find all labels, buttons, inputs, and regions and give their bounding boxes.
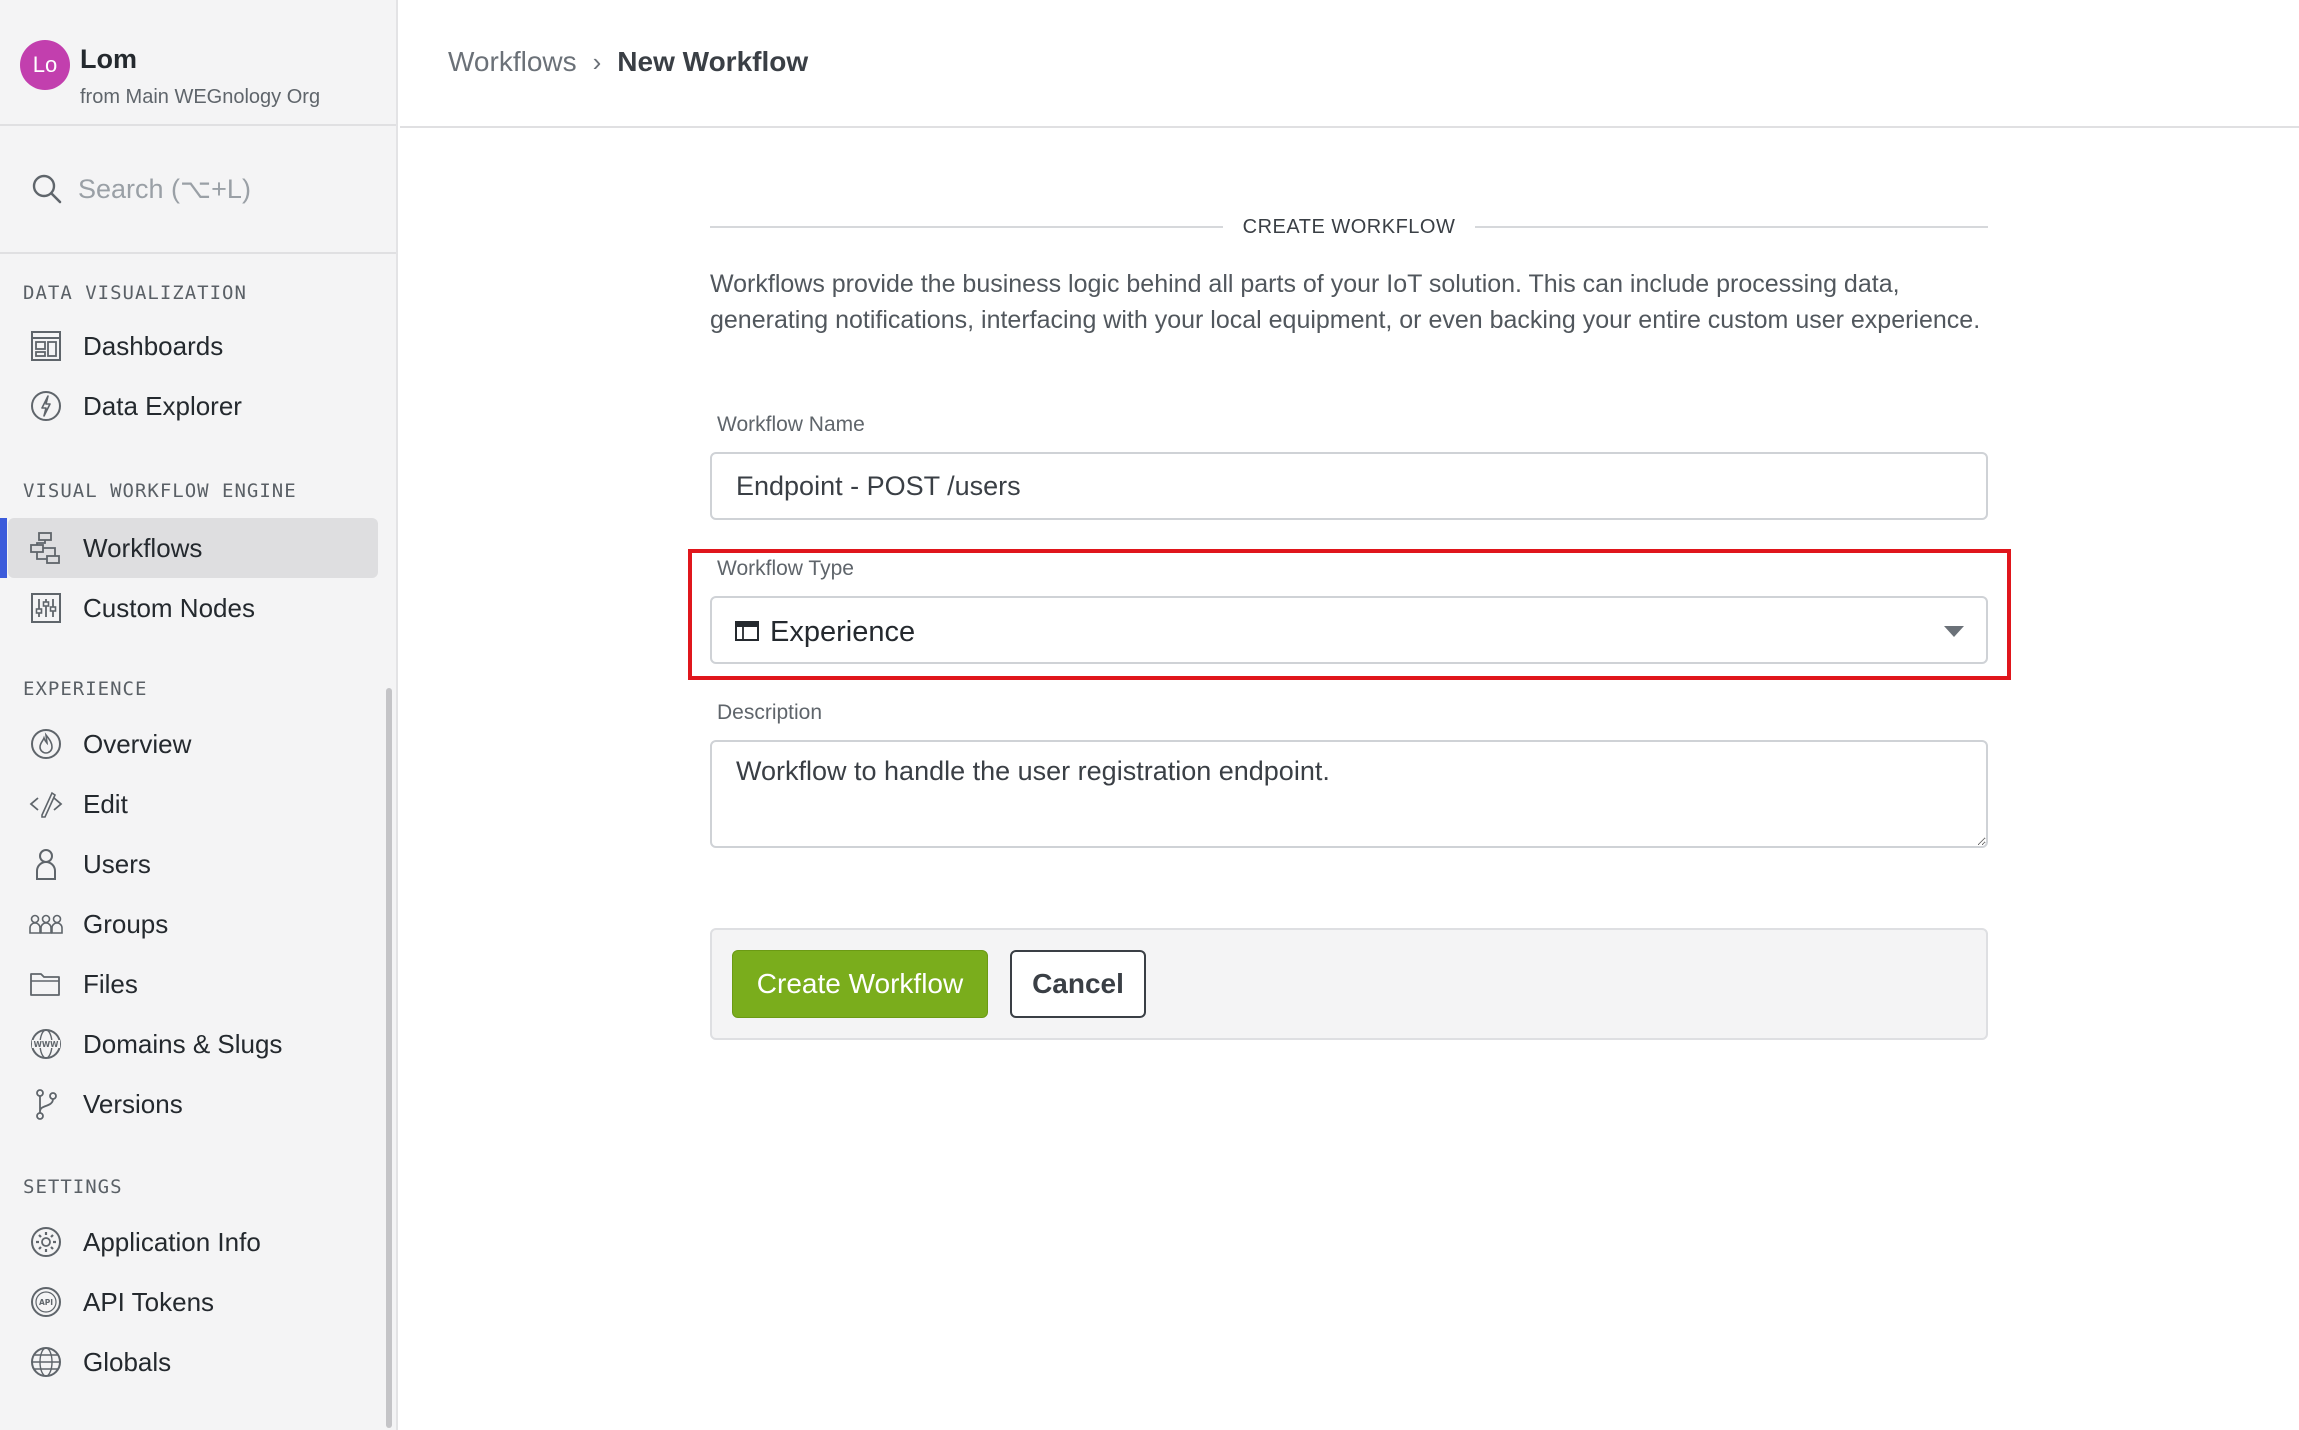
- breadcrumb-workflows-link[interactable]: Workflows: [448, 46, 577, 78]
- sidebar-item-edit[interactable]: Edit: [8, 774, 378, 834]
- org-subtitle: from Main WEGnology Org: [80, 86, 321, 108]
- sidebar-item-label: Files: [83, 968, 138, 999]
- section-label-experience: EXPERIENCE: [23, 678, 148, 700]
- sidebar-item-globals[interactable]: Globals: [8, 1332, 378, 1392]
- globe-icon: [31, 1347, 61, 1377]
- top-bar: Workflows › New Workflow: [400, 0, 2299, 128]
- workflow-type-label: Workflow Type: [717, 557, 854, 580]
- sidebar-item-domains-slugs[interactable]: WWW Domains & Slugs: [8, 1014, 378, 1074]
- gear-icon: [31, 1227, 61, 1257]
- intro-text: Workflows provide the business logic beh…: [710, 270, 1981, 334]
- sidebar-item-label: Globals: [83, 1346, 172, 1377]
- data-explorer-icon: [31, 391, 61, 421]
- svg-text:API: API: [39, 1298, 53, 1307]
- sidebar-item-users[interactable]: Users: [8, 834, 378, 894]
- sidebar-item-label: Dashboards: [83, 330, 224, 361]
- section-label-settings: SETTINGS: [23, 1176, 123, 1198]
- sidebar-item-label: Workflows: [83, 532, 203, 563]
- sidebar-item-application-info[interactable]: Application Info: [8, 1212, 378, 1272]
- sidebar-item-label: Versions: [83, 1088, 183, 1119]
- cancel-button[interactable]: Cancel: [1010, 950, 1146, 1018]
- chevron-down-icon: [1944, 626, 1964, 637]
- active-indicator: [0, 518, 7, 578]
- user-icon: [36, 849, 56, 880]
- workflow-type-value: Experience: [770, 616, 916, 648]
- code-edit-icon: [29, 791, 63, 818]
- breadcrumb-separator: ›: [592, 46, 602, 77]
- sidebar-item-label: Groups: [83, 908, 169, 939]
- sidebar-item-workflows[interactable]: Workflows: [8, 518, 378, 578]
- breadcrumb: Workflows › New Workflow: [448, 46, 808, 78]
- sidebar-item-api-tokens[interactable]: API API Tokens: [8, 1272, 378, 1332]
- sidebar-item-label: API Tokens: [83, 1286, 215, 1317]
- workflow-icon: [30, 532, 60, 564]
- create-workflow-button[interactable]: Create Workflow: [732, 950, 988, 1018]
- avatar: Lo: [20, 40, 70, 90]
- svg-text:WWW: WWW: [34, 1040, 60, 1049]
- workflow-name-label: Workflow Name: [717, 413, 865, 436]
- groups-icon: [29, 914, 63, 934]
- section-label-data-visualization: DATA VISUALIZATION: [23, 282, 247, 304]
- section-heading: CREATE WORKFLOW: [1242, 215, 1456, 238]
- sidebar-item-label: Edit: [83, 788, 128, 819]
- api-token-icon: API: [31, 1287, 61, 1317]
- divider: [710, 226, 1223, 228]
- sidebar-item-versions[interactable]: Versions: [8, 1074, 378, 1134]
- org-name: Lom: [80, 44, 137, 74]
- dashboard-icon: [31, 331, 61, 361]
- sidebar-item-label: Application Info: [83, 1226, 261, 1257]
- sidebar-item-label: Overview: [83, 728, 192, 759]
- sidebar-item-overview[interactable]: Overview: [8, 714, 378, 774]
- sidebar-item-label: Data Explorer: [83, 390, 242, 421]
- sidebar-item-files[interactable]: Files: [8, 954, 378, 1014]
- sidebar-item-label: Custom Nodes: [83, 592, 255, 623]
- form-actions: Create Workflow Cancel: [710, 928, 1988, 1040]
- overview-icon: [31, 729, 61, 759]
- www-globe-icon: WWW: [31, 1029, 61, 1059]
- sidebar: Lo Lom from Main WEGnology Org DATA VISU…: [0, 0, 398, 1430]
- workflow-name-field[interactable]: [710, 452, 1988, 520]
- description-field[interactable]: Workflow to handle the user registration…: [710, 740, 1988, 848]
- section-label-visual-workflow-engine: VISUAL WORKFLOW ENGINE: [23, 480, 297, 502]
- search-icon: [32, 174, 62, 204]
- page-title: New Workflow: [617, 46, 809, 77]
- sidebar-item-data-explorer[interactable]: Data Explorer: [8, 376, 378, 436]
- sidebar-item-label: Users: [83, 848, 151, 879]
- search-input[interactable]: [78, 168, 378, 210]
- custom-nodes-icon: [31, 593, 61, 623]
- form-section-title: CREATE WORKFLOW: [710, 210, 1988, 244]
- description-label: Description: [717, 701, 823, 724]
- sidebar-item-dashboards[interactable]: Dashboards: [8, 316, 378, 376]
- org-switcher[interactable]: Lo Lom from Main WEGnology Org: [0, 0, 396, 126]
- sidebar-item-label: Domains & Slugs: [83, 1028, 283, 1059]
- divider: [1475, 226, 1988, 228]
- workflow-type-select[interactable]: Experience: [710, 596, 1988, 664]
- experience-window-icon: [735, 621, 759, 641]
- sidebar-item-custom-nodes[interactable]: Custom Nodes: [8, 578, 378, 638]
- sidebar-scrollbar[interactable]: [386, 688, 392, 1428]
- folder-icon: [30, 973, 60, 996]
- branch-icon: [36, 1089, 57, 1120]
- sidebar-item-groups[interactable]: Groups: [8, 894, 378, 954]
